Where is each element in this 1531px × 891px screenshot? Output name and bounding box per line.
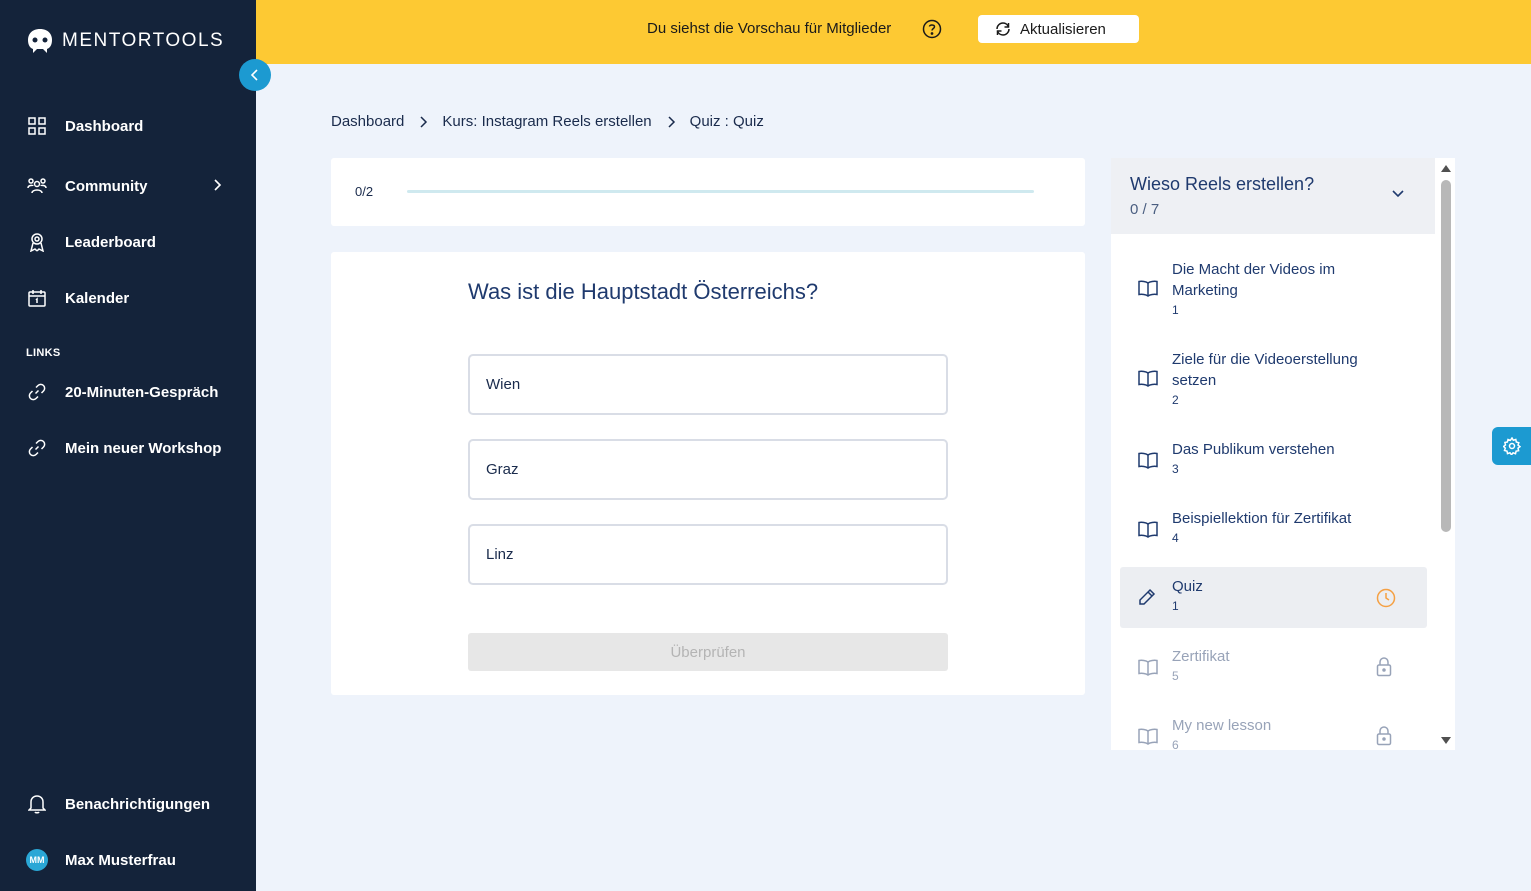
logo-icon: [28, 29, 52, 53]
lesson-title: Beispiellektion für Zertifikat: [1172, 510, 1352, 527]
breadcrumb-course[interactable]: Kurs: Instagram Reels erstellen: [442, 113, 651, 130]
help-icon[interactable]: [922, 19, 942, 39]
refresh-button-label: Aktualisieren: [1020, 20, 1106, 38]
sidebar-link-workshop[interactable]: Mein neuer Workshop: [26, 432, 230, 464]
scroll-thumb[interactable]: [1441, 180, 1451, 532]
chevron-down-icon: [1392, 190, 1404, 198]
lesson-item[interactable]: Das Publikum verstehen 3: [1120, 434, 1427, 484]
award-icon: [26, 231, 48, 253]
breadcrumb-current: Quiz : Quiz: [689, 113, 764, 130]
avatar-wrapper: MM: [26, 849, 48, 871]
sidebar-item-community[interactable]: Community: [26, 170, 230, 202]
sidebar-item-label: Dashboard: [65, 117, 144, 135]
check-answer-button[interactable]: Überprüfen: [468, 633, 948, 671]
lock-icon: [1376, 657, 1392, 677]
link-icon: [26, 437, 48, 459]
lesson-number: 1: [1172, 599, 1179, 613]
lesson-number: 5: [1172, 669, 1179, 683]
link-icon: [26, 381, 48, 403]
book-icon: [1138, 370, 1158, 387]
chapter-title: Wieso Reels erstellen?: [1130, 174, 1315, 194]
lesson-title: Ziele für die Videoerstellung setzen: [1172, 351, 1358, 389]
lesson-title: Zertifikat: [1172, 648, 1230, 665]
chapter-header[interactable]: Wieso Reels erstellen? 0 / 7: [1111, 158, 1435, 234]
book-icon: [1138, 728, 1158, 745]
breadcrumb-dashboard[interactable]: Dashboard: [331, 113, 404, 130]
calendar-icon: [26, 287, 48, 309]
lesson-title: My new lesson: [1172, 717, 1272, 734]
sidebar-item-label: Kalender: [65, 289, 130, 307]
quiz-card: Was ist die Hauptstadt Österreichs? Wien…: [331, 252, 1085, 695]
refresh-icon: [996, 22, 1010, 36]
lesson-item[interactable]: Beispiellektion für Zertifikat 4: [1120, 503, 1427, 553]
preview-banner-text: Du siehst die Vorschau für Mitglieder: [647, 20, 892, 37]
grid-icon: [26, 115, 48, 137]
scroll-down-arrow-icon[interactable]: [1440, 736, 1452, 745]
sidebar-item-label: Community: [65, 177, 148, 195]
user-name: Max Musterfrau: [65, 851, 176, 869]
lesson-panel: Wieso Reels erstellen? 0 / 7 Die Macht d…: [1111, 158, 1455, 750]
gear-icon: [1502, 437, 1521, 455]
bell-icon: [26, 793, 48, 815]
lesson-number: 4: [1172, 531, 1179, 545]
sidebar: MENTORTOOLS Dashboard Community Leaderbo…: [0, 0, 256, 891]
brand-name: MENTORTOOLS: [62, 30, 225, 51]
book-icon: [1138, 452, 1158, 469]
lesson-item-locked[interactable]: My new lesson 6: [1120, 710, 1427, 750]
logo[interactable]: MENTORTOOLS: [26, 28, 224, 54]
lesson-number: 6: [1172, 738, 1179, 750]
lesson-panel-scrollbar[interactable]: [1437, 158, 1455, 750]
lesson-item-locked[interactable]: Zertifikat 5: [1120, 641, 1427, 691]
book-icon: [1138, 659, 1158, 676]
sidebar-link-label: 20-Minuten-Gespräch: [65, 383, 219, 401]
answer-option-linz[interactable]: Linz: [468, 524, 948, 585]
lesson-item-active[interactable]: Quiz 1: [1120, 567, 1427, 628]
chapter-progress: 0 / 7: [1130, 201, 1160, 218]
lesson-number: 2: [1172, 393, 1179, 407]
sidebar-collapse-button[interactable]: [239, 59, 271, 91]
sidebar-link-gespraech[interactable]: 20-Minuten-Gespräch: [26, 376, 230, 408]
sidebar-item-kalender[interactable]: Kalender: [26, 282, 230, 314]
notifications-label: Benachrichtigungen: [65, 795, 211, 813]
book-icon: [1138, 280, 1158, 297]
lesson-item[interactable]: Ziele für die Videoerstellung setzen 2: [1120, 344, 1427, 414]
sidebar-item-leaderboard[interactable]: Leaderboard: [26, 226, 230, 258]
breadcrumb: Dashboard Kurs: Instagram Reels erstelle…: [331, 113, 764, 130]
chevron-right-icon: [418, 115, 428, 129]
quiz-question: Was ist die Hauptstadt Österreichs?: [468, 279, 819, 304]
sidebar-item-notifications[interactable]: Benachrichtigungen: [26, 788, 230, 820]
sidebar-item-label: Leaderboard: [65, 233, 156, 251]
refresh-button[interactable]: Aktualisieren: [978, 15, 1139, 43]
chevron-left-icon: [250, 69, 258, 81]
sidebar-link-label: Mein neuer Workshop: [65, 439, 222, 457]
quiz-progress-card: 0/2: [331, 158, 1085, 226]
user-profile[interactable]: MM Max Musterfrau: [26, 844, 230, 876]
pencil-icon: [1139, 588, 1156, 605]
people-icon: [26, 175, 48, 197]
settings-button[interactable]: [1492, 427, 1531, 465]
lesson-item[interactable]: Die Macht der Videos im Marketing 1: [1120, 254, 1427, 324]
avatar: MM: [26, 849, 48, 871]
links-section-label: LINKS: [26, 347, 61, 359]
chevron-right-icon: [666, 115, 676, 129]
quiz-progress-count: 0/2: [355, 184, 374, 199]
lesson-title: Die Macht der Videos im Marketing: [1172, 261, 1336, 299]
answer-option-wien[interactable]: Wien: [468, 354, 948, 415]
sidebar-item-dashboard[interactable]: Dashboard: [26, 110, 230, 142]
quiz-progress-bar: [407, 190, 1034, 193]
preview-banner: Du siehst die Vorschau für Mitglieder Ak…: [256, 0, 1531, 64]
book-icon: [1138, 521, 1158, 538]
clock-icon: [1376, 588, 1396, 608]
lesson-number: 3: [1172, 462, 1179, 476]
lesson-title: Quiz: [1172, 578, 1203, 595]
lesson-number: 1: [1172, 303, 1179, 317]
chevron-right-icon: [214, 179, 222, 191]
lock-icon: [1376, 726, 1392, 746]
scroll-up-arrow-icon[interactable]: [1440, 164, 1452, 173]
lesson-title: Das Publikum verstehen: [1172, 441, 1335, 458]
answer-option-graz[interactable]: Graz: [468, 439, 948, 500]
